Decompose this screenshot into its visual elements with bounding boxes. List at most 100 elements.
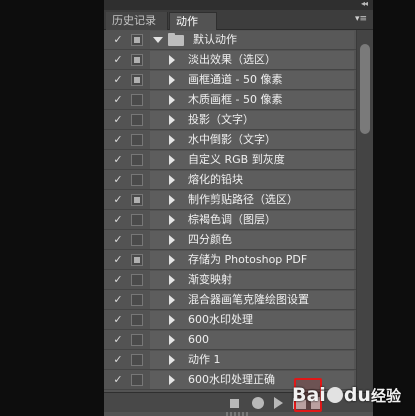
tab-history[interactable]: 历史记录 <box>106 12 168 30</box>
toggle-check-icon[interactable]: ✓ <box>111 231 125 248</box>
toggle-check-icon[interactable]: ✓ <box>111 31 125 48</box>
action-cell[interactable]: 600 <box>150 331 354 349</box>
action-row[interactable]: ✓ 制作剪贴路径（选区） <box>104 190 356 210</box>
toggle-check-icon[interactable]: ✓ <box>111 191 125 208</box>
toggle-check-icon[interactable]: ✓ <box>111 91 125 108</box>
toggle-dialog-icon[interactable] <box>131 334 143 346</box>
panel-menu-icon[interactable]: ▾≡ <box>355 14 367 24</box>
collapsed-triangle-icon[interactable] <box>169 315 175 325</box>
action-row[interactable]: ✓ 棕褐色调（图层） <box>104 210 356 230</box>
toggle-dialog-icon[interactable] <box>131 314 143 326</box>
collapsed-triangle-icon[interactable] <box>169 155 175 165</box>
play-icon[interactable] <box>274 397 283 409</box>
collapsed-triangle-icon[interactable] <box>169 115 175 125</box>
collapsed-triangle-icon[interactable] <box>169 335 175 345</box>
collapse-panel-icon[interactable]: ◂◂ <box>361 0 368 8</box>
action-cell[interactable]: 棕褐色调（图层） <box>150 211 354 229</box>
toggle-dialog-icon[interactable] <box>131 54 143 66</box>
action-cell[interactable]: 动作 1 <box>150 351 354 369</box>
action-row[interactable]: ✓ 木质画框 - 50 像素 <box>104 90 356 110</box>
toggle-dialog-icon[interactable] <box>131 354 143 366</box>
action-cell[interactable]: 画框通道 - 50 像素 <box>150 71 354 89</box>
collapsed-triangle-icon[interactable] <box>169 355 175 365</box>
collapsed-triangle-icon[interactable] <box>169 195 175 205</box>
toggle-dialog-icon[interactable] <box>131 254 143 266</box>
toggle-dialog-icon[interactable] <box>131 214 143 226</box>
stop-icon[interactable] <box>230 399 239 408</box>
action-row[interactable]: ✓ 投影（文字） <box>104 110 356 130</box>
collapsed-triangle-icon[interactable] <box>169 295 175 305</box>
action-row[interactable]: ✓ 自定义 RGB 到灰度 <box>104 150 356 170</box>
panel-title-bar[interactable]: ◂◂ <box>104 0 373 10</box>
action-row[interactable]: ✓ 画框通道 - 50 像素 <box>104 70 356 90</box>
toggle-dialog-icon[interactable] <box>131 94 143 106</box>
toggle-dialog-icon[interactable] <box>131 234 143 246</box>
action-cell[interactable]: 木质画框 - 50 像素 <box>150 91 354 109</box>
collapsed-triangle-icon[interactable] <box>169 75 175 85</box>
action-row[interactable]: ✓ 渐变映射 <box>104 270 356 290</box>
toggle-check-icon[interactable]: ✓ <box>111 111 125 128</box>
toggle-check-icon[interactable]: ✓ <box>111 331 125 348</box>
action-row[interactable]: ✓ 淡出效果（选区） <box>104 50 356 70</box>
action-cell[interactable]: 淡出效果（选区） <box>150 51 354 69</box>
toggle-check-icon[interactable]: ✓ <box>111 131 125 148</box>
action-cell[interactable]: 四分颜色 <box>150 231 354 249</box>
action-cell[interactable]: 渐变映射 <box>150 271 354 289</box>
action-cell[interactable]: 投影（文字） <box>150 111 354 129</box>
toggle-check-icon[interactable]: ✓ <box>111 211 125 228</box>
toggle-dialog-icon[interactable] <box>131 34 143 46</box>
record-icon[interactable] <box>252 397 264 409</box>
action-row[interactable]: ✓ 水中倒影（文字） <box>104 130 356 150</box>
toggle-check-icon[interactable]: ✓ <box>111 271 125 288</box>
toggle-dialog-icon[interactable] <box>131 74 143 86</box>
collapsed-triangle-icon[interactable] <box>169 235 175 245</box>
scrollbar-thumb[interactable] <box>360 44 370 134</box>
action-row[interactable]: ✓ 动作 1 <box>104 350 356 370</box>
toggle-dialog-icon[interactable] <box>131 274 143 286</box>
action-row[interactable]: ✓ 600 <box>104 330 356 350</box>
action-cell[interactable]: 默认动作 <box>150 31 354 49</box>
collapsed-triangle-icon[interactable] <box>169 255 175 265</box>
toggle-check-icon[interactable]: ✓ <box>111 351 125 368</box>
tab-actions[interactable]: 动作 <box>169 12 217 30</box>
toggle-check-icon[interactable]: ✓ <box>111 151 125 168</box>
action-cell[interactable]: 水中倒影（文字） <box>150 131 354 149</box>
collapsed-triangle-icon[interactable] <box>169 95 175 105</box>
panel-resize-grip[interactable] <box>226 412 250 416</box>
expanded-triangle-icon[interactable] <box>153 37 163 43</box>
action-cell[interactable]: 存储为 Photoshop PDF <box>150 251 354 269</box>
toggle-dialog-icon[interactable] <box>131 194 143 206</box>
vertical-scrollbar[interactable] <box>356 30 373 392</box>
action-row[interactable]: ✓ 熔化的铅块 <box>104 170 356 190</box>
collapsed-triangle-icon[interactable] <box>169 135 175 145</box>
toggle-check-icon[interactable]: ✓ <box>111 171 125 188</box>
action-set-row[interactable]: ✓ 默认动作 <box>104 30 356 50</box>
toggle-dialog-icon[interactable] <box>131 134 143 146</box>
action-row[interactable]: ✓ 600水印处理 <box>104 310 356 330</box>
toggle-check-icon[interactable]: ✓ <box>111 311 125 328</box>
toggle-dialog-icon[interactable] <box>131 154 143 166</box>
action-cell[interactable]: 制作剪贴路径（选区） <box>150 191 354 209</box>
toggle-check-icon[interactable]: ✓ <box>111 291 125 308</box>
toggle-check-icon[interactable]: ✓ <box>111 251 125 268</box>
toggle-dialog-icon[interactable] <box>131 114 143 126</box>
collapsed-triangle-icon[interactable] <box>169 215 175 225</box>
toggle-dialog-icon[interactable] <box>131 294 143 306</box>
action-cell[interactable]: 熔化的铅块 <box>150 171 354 189</box>
action-row[interactable]: ✓ 四分颜色 <box>104 230 356 250</box>
toggle-dialog-icon[interactable] <box>131 174 143 186</box>
action-row[interactable]: ✓ 存储为 Photoshop PDF <box>104 250 356 270</box>
action-row[interactable]: ✓ 混合器画笔克隆绘图设置 <box>104 290 356 310</box>
action-cell[interactable]: 自定义 RGB 到灰度 <box>150 151 354 169</box>
action-label: 动作 1 <box>188 353 221 366</box>
collapsed-triangle-icon[interactable] <box>169 275 175 285</box>
collapsed-triangle-icon[interactable] <box>169 375 175 385</box>
toggle-dialog-icon[interactable] <box>131 374 143 386</box>
collapsed-triangle-icon[interactable] <box>169 175 175 185</box>
toggle-check-icon[interactable]: ✓ <box>111 71 125 88</box>
toggle-check-icon[interactable]: ✓ <box>111 371 125 388</box>
toggle-check-icon[interactable]: ✓ <box>111 51 125 68</box>
action-cell[interactable]: 600水印处理 <box>150 311 354 329</box>
collapsed-triangle-icon[interactable] <box>169 55 175 65</box>
action-cell[interactable]: 混合器画笔克隆绘图设置 <box>150 291 354 309</box>
